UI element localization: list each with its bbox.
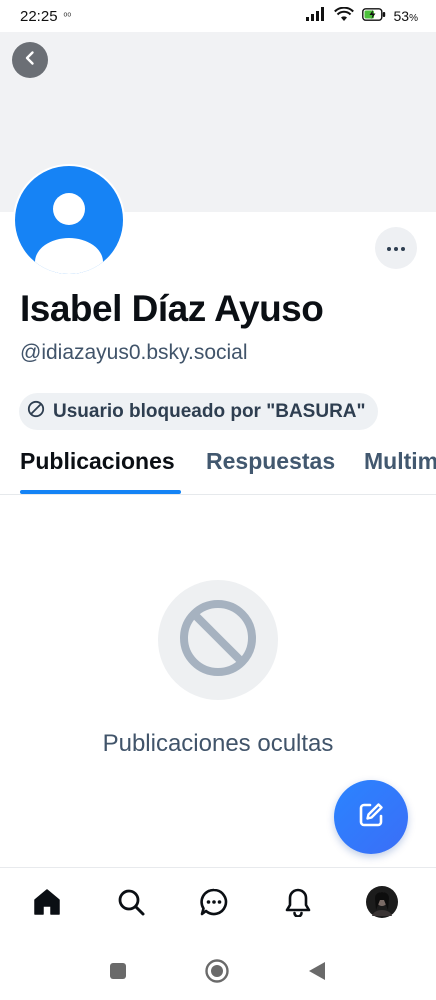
triangle-back-icon [308,962,326,985]
avatar [366,885,398,923]
back-system-button[interactable] [308,961,326,986]
chevron-left-icon [22,50,38,71]
status-extra-indicator: ᵒᵒ [63,10,72,22]
blocked-status-badge: Usuario bloqueado por "BASURA" [19,393,378,430]
search-icon [116,887,146,922]
bell-icon [283,887,313,922]
status-right: 53% [305,6,418,26]
blocked-status-label: Usuario bloqueado por "BASURA" [53,400,366,422]
nav-chat[interactable] [194,884,234,924]
status-left: 22:25 ᵒᵒ [20,8,71,25]
home-icon [32,887,62,922]
prohibited-icon [27,400,45,424]
battery-percent: 53% [393,8,418,24]
empty-state-text: Publicaciones ocultas [102,730,334,757]
active-tab-indicator [20,490,181,494]
battery-icon [361,7,386,25]
profile-display-name: Isabel Díaz Ayuso [20,288,324,329]
profile-handle: @idiazayus0.bsky.social [20,341,248,364]
system-navigation-bar [0,940,436,1000]
profile-avatar[interactable] [13,164,125,276]
nav-search[interactable] [111,884,151,924]
compose-icon [356,800,386,835]
more-options-button[interactable] [375,227,417,269]
hidden-posts-icon-container [158,580,278,700]
nav-home[interactable] [27,884,67,924]
status-bar: 22:25 ᵒᵒ 53% [0,0,436,32]
home-system-button[interactable] [205,959,229,988]
tab-multimedia[interactable]: Multimedia [364,448,436,475]
compose-post-button[interactable] [334,780,408,854]
tab-publicaciones[interactable]: Publicaciones [20,448,175,475]
wifi-icon [333,6,354,26]
prohibited-icon [178,598,258,683]
tab-respuestas[interactable]: Respuestas [206,448,335,475]
bottom-navigation [0,867,436,940]
ellipsis-icon [386,239,406,257]
recent-apps-button[interactable] [109,962,127,985]
profile-tabs: Publicaciones Respuestas Multimedia [0,440,436,495]
status-time: 22:25 [20,7,58,25]
nav-profile[interactable] [362,884,402,924]
default-avatar-icon [15,166,123,274]
nav-notifications[interactable] [278,884,318,924]
signal-icon [305,7,326,25]
chat-icon [199,887,229,922]
circle-icon [205,959,229,987]
square-icon [109,963,127,984]
back-button[interactable] [12,42,48,78]
